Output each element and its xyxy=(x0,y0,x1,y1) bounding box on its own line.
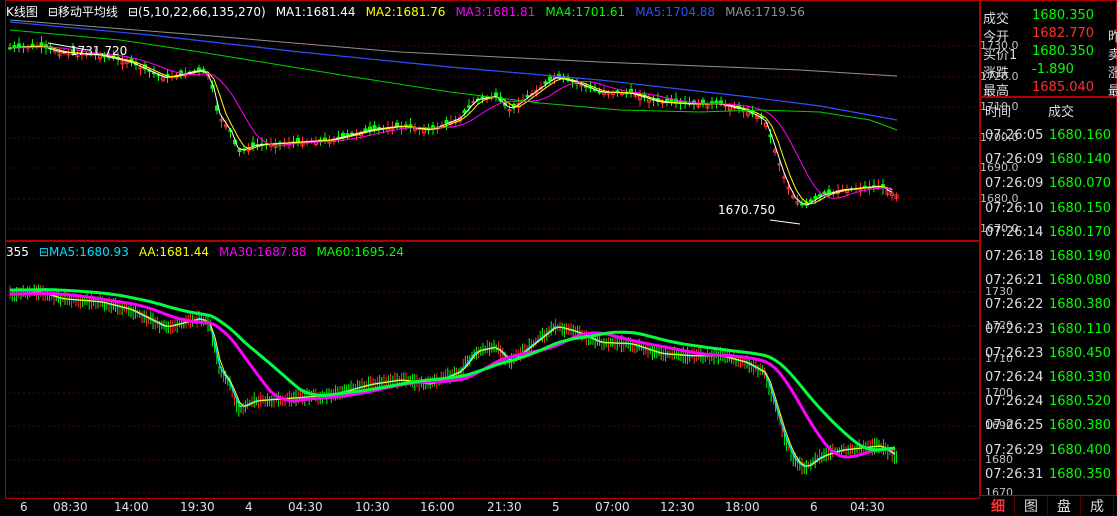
x-tick-label: 21:30 xyxy=(487,500,522,514)
candle-body xyxy=(597,91,602,94)
trade-price: 1680.380 xyxy=(1049,297,1112,313)
quote-value: 1682.770 xyxy=(1032,26,1095,41)
trade-price: 1680.160 xyxy=(1049,128,1112,143)
trade-time: 07:26:22 xyxy=(985,297,1044,313)
x-tick-label: 16:00 xyxy=(420,500,455,514)
quote-label: 涨跌 xyxy=(983,66,1010,81)
candle-body xyxy=(548,76,552,82)
candle-body xyxy=(372,125,377,130)
trade-time: 07:26:18 xyxy=(985,249,1044,264)
trade-time: 07:26:23 xyxy=(985,321,1044,337)
trade-price: 1680.190 xyxy=(1049,249,1112,264)
x-tick-label: 08:30 xyxy=(53,500,88,514)
lower-chart-svg[interactable] xyxy=(0,241,980,499)
ma4-line xyxy=(9,29,898,131)
candle-body xyxy=(809,199,813,203)
quote-value: -1.890 xyxy=(1032,62,1074,77)
side-tab[interactable]: 细 xyxy=(982,496,1015,516)
candle-body xyxy=(197,67,201,71)
trade-time: 07:26:31 xyxy=(985,466,1044,482)
candle-body xyxy=(395,122,399,127)
trade-price: 1680.380 xyxy=(1049,418,1112,434)
x-tick-label: 5 xyxy=(552,500,560,514)
candle-body xyxy=(444,120,449,124)
trade-price: 1680.110 xyxy=(1049,321,1112,337)
trade-price: 1680.170 xyxy=(1049,224,1112,240)
x-tick-label: 07:00 xyxy=(595,500,630,514)
candle-body xyxy=(782,176,786,179)
candle-body xyxy=(827,189,831,194)
candle-body xyxy=(341,132,345,138)
side-tab[interactable]: 成 xyxy=(1081,496,1114,516)
trades-header-price: 成交 xyxy=(1048,105,1075,120)
x-tick-label: 10:30 xyxy=(355,500,390,514)
trade-price: 1680.140 xyxy=(1049,152,1112,168)
side-tab[interactable]: 图 xyxy=(1015,496,1048,516)
quote-label: 今开 xyxy=(983,30,1010,45)
trade-time: 07:26:29 xyxy=(985,442,1044,458)
upper-chart-svg[interactable]: 1731.720 1670.750 xyxy=(0,0,980,241)
x-tick-label: 04:30 xyxy=(288,500,323,514)
trade-price: 1680.070 xyxy=(1049,176,1112,192)
quote-extra: 涨 xyxy=(1108,66,1117,81)
candle-body xyxy=(237,149,242,152)
quote-value: 1680.350 xyxy=(1032,8,1095,23)
trade-price: 1680.330 xyxy=(1049,370,1112,385)
quote-value: 1685.040 xyxy=(1032,80,1095,95)
candle-body xyxy=(813,195,818,200)
trade-price: 1680.150 xyxy=(1049,200,1112,216)
quote-extra: 卖 xyxy=(1108,48,1117,63)
x-tick-label: 19:30 xyxy=(180,500,215,514)
trade-time: 07:26:09 xyxy=(985,152,1044,168)
candle-body xyxy=(368,126,372,131)
candle-body xyxy=(818,194,822,197)
trade-time: 07:26:24 xyxy=(985,370,1044,385)
candle-body xyxy=(543,81,548,85)
quote-value: 1680.350 xyxy=(1032,44,1095,59)
x-tick-label: 04:30 xyxy=(850,500,885,514)
trade-price: 1680.520 xyxy=(1049,394,1112,410)
trades-header-time: 时间 xyxy=(985,105,1012,120)
trade-time: 07:26:09 xyxy=(985,176,1044,192)
x-tick-label: 12:30 xyxy=(660,500,695,514)
trade-time: 07:26:24 xyxy=(985,394,1044,410)
low-annotation-pointer xyxy=(769,219,801,225)
trade-time: 07:26:25 xyxy=(985,418,1044,434)
trade-price: 1680.450 xyxy=(1049,345,1112,361)
trade-price: 1680.400 xyxy=(1049,442,1112,458)
ma5-line xyxy=(9,21,898,121)
quote-label: 买价1 xyxy=(983,48,1018,63)
high-annotation: 1731.720 xyxy=(70,44,127,58)
x-tick-label: 4 xyxy=(245,500,253,514)
candle-body xyxy=(462,110,467,114)
trade-price: 1680.350 xyxy=(1049,466,1112,482)
trade-time: 07:26:23 xyxy=(985,345,1044,361)
candle-body xyxy=(17,43,21,48)
trade-time: 07:26:05 xyxy=(985,128,1044,143)
x-tick-label: 14:00 xyxy=(114,500,149,514)
trade-time: 07:26:21 xyxy=(985,273,1044,289)
side-tab[interactable]: 盘 xyxy=(1048,496,1081,516)
trade-time: 07:26:10 xyxy=(985,200,1044,216)
x-tick-label: 6 xyxy=(20,500,28,514)
trade-time: 07:26:14 xyxy=(985,224,1044,240)
candle-body xyxy=(296,138,300,143)
candle-body xyxy=(251,142,255,147)
low-annotation: 1670.750 xyxy=(718,203,775,217)
side-tabs: 细图盘成 xyxy=(982,496,1114,516)
trade-price: 1680.080 xyxy=(1049,273,1112,289)
quote-extra: 昨 xyxy=(1108,30,1117,45)
quote-label: 成交 xyxy=(983,12,1010,27)
x-tick-label: 18:00 xyxy=(725,500,760,514)
x-tick-label: 6 xyxy=(810,500,818,514)
